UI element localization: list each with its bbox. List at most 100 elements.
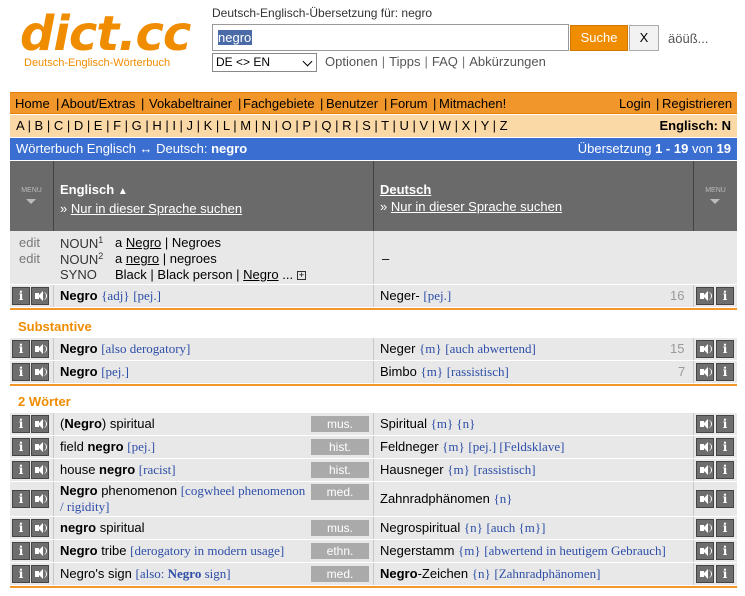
english-only-link[interactable]: Nur in dieser Sprache suchen [71,201,242,216]
info-icon[interactable]: i [716,490,734,508]
search-input[interactable] [212,24,569,51]
entry-de-term[interactable]: Bimbo [380,364,417,379]
entry-de-term[interactable]: Negrospiritual [380,520,460,535]
clear-button[interactable]: X [629,25,659,51]
column-english-title[interactable]: Englisch [60,182,114,197]
info-icon[interactable]: i [716,565,734,583]
subject-tag[interactable]: mus. [311,416,369,432]
info-icon[interactable]: i [12,415,30,433]
speaker-icon[interactable] [696,542,714,560]
synonym-link[interactable]: Negro [243,267,278,282]
column-german-title[interactable]: Deutsch [380,182,431,197]
german-only-link[interactable]: Nur in dieser Sprache suchen [391,199,562,214]
nav-registrieren[interactable]: Registrieren [662,96,732,111]
menu-left[interactable]: MENU [10,161,53,231]
speaker-icon[interactable] [31,415,49,433]
entry-de-term[interactable]: Spiritual [380,416,427,431]
speaker-icon[interactable] [31,542,49,560]
search-button[interactable]: Suche [570,25,628,51]
speaker-icon[interactable] [31,340,49,358]
site-logo[interactable]: dict.cc [20,6,191,62]
speaker-icon[interactable] [31,565,49,583]
entry-de-term[interactable]: Negro [380,566,418,581]
info-icon[interactable]: i [12,542,30,560]
info-icon[interactable]: i [12,565,30,583]
info-icon[interactable]: i [12,490,30,508]
sort-up-icon[interactable]: ▲ [118,186,128,197]
nav-home[interactable]: Home [15,96,50,111]
speaker-icon[interactable] [696,363,714,381]
entry-de-term[interactable]: Zahnradphänomen [380,491,490,506]
faq-link[interactable]: FAQ [432,54,458,69]
entry-en-term[interactable]: Negro [64,416,102,431]
entry-en-term[interactable]: Negro [60,483,98,498]
nav-vokabeltrainer[interactable]: Vokabeltrainer [149,96,232,111]
entry-en-term[interactable]: Negro [60,288,98,303]
info-icon[interactable]: i [716,415,734,433]
tips-link[interactable]: Tipps [389,54,420,69]
language-select[interactable]: DE <> EN [212,53,317,72]
subject-tag[interactable]: med. [311,566,369,582]
alphabet-letters[interactable]: A | B | C | D | E | F | G | H | I | J | … [16,118,508,133]
info-icon[interactable]: i [12,363,30,381]
subject-tag[interactable]: med. [311,484,369,500]
edit-link[interactable]: edit [19,235,40,250]
options-link[interactable]: Optionen [325,54,378,69]
speaker-icon[interactable] [31,287,49,305]
info-icon[interactable]: i [12,340,30,358]
info-icon[interactable]: i [716,519,734,537]
speaker-icon[interactable] [31,519,49,537]
entry-en-term[interactable]: Negro's sign [60,566,132,581]
subject-tag[interactable]: mus. [311,520,369,536]
entry-de-term[interactable]: Negerstamm [380,543,454,558]
menu-right[interactable]: MENU [694,161,737,231]
edit-link[interactable]: edit [19,251,40,266]
speaker-icon[interactable] [696,438,714,456]
speaker-icon[interactable] [31,461,49,479]
entry-de-term[interactable]: Neger [380,341,415,356]
info-icon[interactable]: i [716,438,734,456]
info-icon[interactable]: i [716,287,734,305]
nav-forum[interactable]: Forum [390,96,428,111]
info-icon[interactable]: i [12,438,30,456]
nav-login[interactable]: Login [619,96,651,111]
nav-about[interactable]: About/Extras [61,96,135,111]
synonym-link[interactable]: Negro [126,235,161,250]
speaker-icon[interactable] [696,565,714,583]
nav-mitmachen[interactable]: Mitmachen! [439,96,506,111]
speaker-icon[interactable] [696,461,714,479]
speaker-icon[interactable] [696,340,714,358]
entry-en-term[interactable]: Negro [60,543,98,558]
abbreviations-link[interactable]: Abkürzungen [469,54,546,69]
entry-en-term[interactable]: negro [99,462,135,477]
nav-fachgebiete[interactable]: Fachgebiete [243,96,315,111]
info-icon[interactable]: i [12,519,30,537]
info-icon[interactable]: i [716,363,734,381]
info-icon[interactable]: i [12,461,30,479]
entry-de-term[interactable]: Hausneger [380,462,444,477]
info-icon[interactable]: i [716,340,734,358]
info-icon[interactable]: i [716,542,734,560]
subject-tag[interactable]: hist. [311,439,369,455]
speaker-icon[interactable] [31,438,49,456]
speaker-icon[interactable] [31,490,49,508]
expand-plus-icon[interactable]: + [297,271,307,280]
entry-en-term[interactable]: Negro [60,341,98,356]
entry-en-term[interactable]: negro [60,520,96,535]
info-icon[interactable]: i [12,287,30,305]
speaker-icon[interactable] [696,415,714,433]
info-icon[interactable]: i [716,461,734,479]
speaker-icon[interactable] [696,519,714,537]
synonym-link[interactable]: negro [126,251,159,266]
nav-benutzer[interactable]: Benutzer [326,96,378,111]
entry-de-term[interactable]: Feldneger [380,439,439,454]
speaker-icon[interactable] [31,363,49,381]
speaker-icon[interactable] [696,490,714,508]
speaker-icon[interactable] [696,287,714,305]
subject-tag[interactable]: ethn. [311,543,369,559]
subject-tag[interactable]: hist. [311,462,369,478]
entry-en-term[interactable]: Negro [60,364,98,379]
entry-en-term[interactable]: negro [87,439,123,454]
entry-de-term[interactable]: Neger- [380,288,420,303]
special-chars-link[interactable]: äöüß... [668,31,708,46]
